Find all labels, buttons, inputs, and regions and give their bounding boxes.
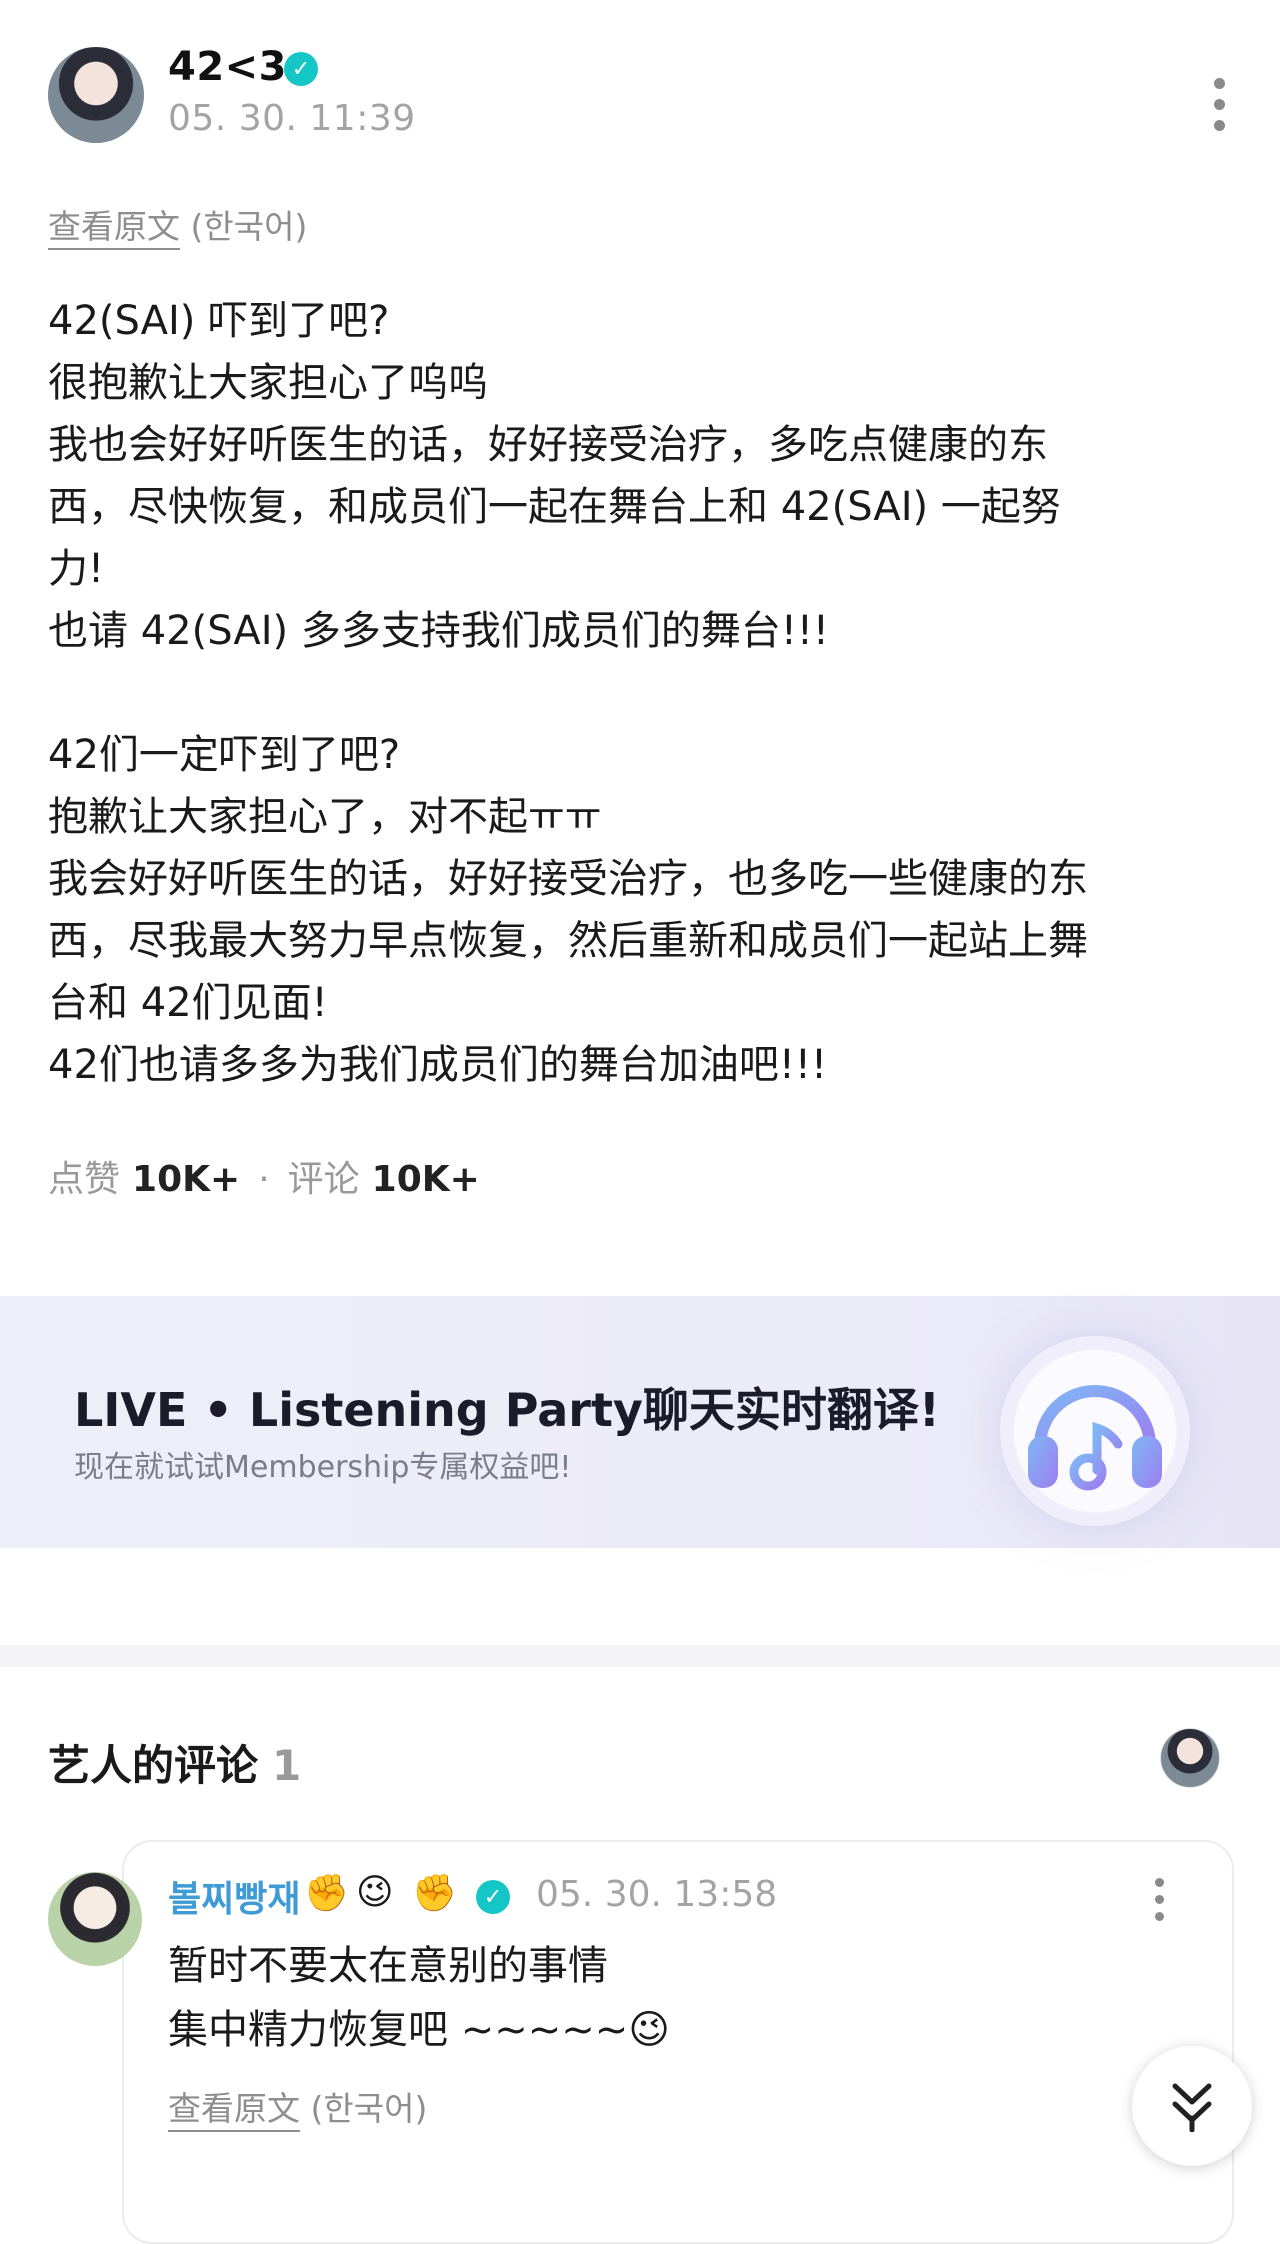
raised-fist-emoji-icon: ✊ xyxy=(304,1873,349,1914)
view-original-post[interactable]: 查看原文 (한국어) xyxy=(48,200,308,250)
artist-avatar-filter[interactable] xyxy=(1160,1728,1220,1788)
membership-banner[interactable]: LIVE • Listening Party聊天实时翻译! 现在就试试Membe… xyxy=(0,1296,1280,1548)
likes-count: 10K+ xyxy=(132,1159,241,1200)
comment-view-original[interactable]: 查看原文 (한국어) xyxy=(168,2082,428,2132)
comment-author-name[interactable]: 볼찌빵재 xyxy=(168,1870,300,1922)
verified-badge-icon: ✓ xyxy=(284,52,318,86)
comment-timestamp: 05. 30. 13:58 xyxy=(536,1874,778,1915)
artist-comments-count: 1 xyxy=(272,1741,302,1790)
double-chevron-down-icon xyxy=(1172,2083,1212,2132)
post-body: 42(SAI) 吓到了吧? 很抱歉让大家担心了呜呜 我也会好好听医生的话，好好接… xyxy=(48,298,1088,1088)
separator-dot: · xyxy=(258,1159,270,1200)
banner-title: LIVE • Listening Party聊天实时翻译! xyxy=(74,1383,940,1437)
section-divider xyxy=(0,1645,1280,1667)
post-stats: 点赞 10K+ · 评论 10K+ xyxy=(48,1150,480,1202)
raised-fist-emoji-icon: ✊ xyxy=(412,1873,457,1914)
comment-view-original-link[interactable]: 查看原文 xyxy=(168,2089,300,2132)
view-original-link[interactable]: 查看原文 xyxy=(48,207,180,250)
more-options-icon[interactable] xyxy=(1212,78,1226,131)
author-name[interactable]: 42<3 xyxy=(168,44,287,90)
comment-text: 暂时不要太在意别的事情 集中精力恢复吧 ~~~~~😉 xyxy=(168,1943,670,2053)
post-timestamp: 05. 30. 11:39 xyxy=(168,98,416,139)
banner-subtitle: 现在就试试Membership专属权益吧! xyxy=(74,1450,572,1485)
author-avatar[interactable] xyxy=(48,47,144,143)
comments-count: 10K+ xyxy=(371,1159,480,1200)
scroll-down-button[interactable] xyxy=(1132,2046,1252,2166)
headphones-music-icon xyxy=(1000,1336,1190,1526)
view-original-language: (한국어) xyxy=(190,207,308,246)
likes-label[interactable]: 点赞 xyxy=(48,1159,120,1200)
artist-comments-title: 艺人的评论 xyxy=(48,1741,259,1790)
comment-author-avatar[interactable] xyxy=(48,1872,142,1966)
comment-more-options-icon[interactable] xyxy=(1152,1878,1166,1921)
comments-label[interactable]: 评论 xyxy=(288,1159,360,1200)
comment-view-original-language: (한국어) xyxy=(310,2089,428,2128)
winking-face-emoji-icon: 😉 xyxy=(356,1872,394,1913)
artist-comments-header: 艺人的评论 1 xyxy=(48,1732,301,1793)
verified-badge-icon: ✓ xyxy=(476,1880,510,1914)
